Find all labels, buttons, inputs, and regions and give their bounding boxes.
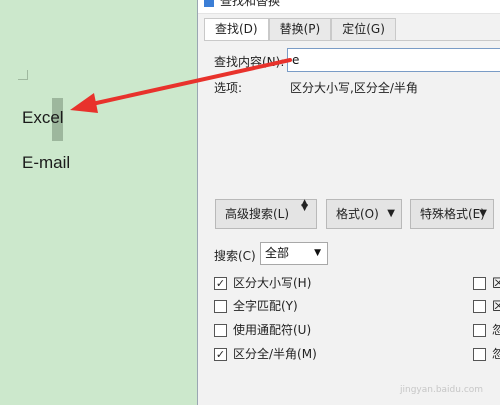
tab-goto[interactable]: 定位(G) [331,18,396,40]
watermark: jingyan.baidu.com [400,385,484,395]
chevron-down-icon: ▼ [314,248,321,258]
dialog-title: 查找和替换 [220,0,281,8]
checkbox-box[interactable] [473,300,486,313]
app-icon [204,0,214,7]
doc-line-2[interactable]: E-mail [22,153,70,173]
page-corner-mark [18,70,28,80]
find-replace-dialog: 查找和替换 查找(D) 替换(P) 定位(G) 查找内容(N): e 选项: 区… [197,0,500,405]
checkbox-label: 区分大小写(H) [233,276,312,290]
find-input[interactable]: e [287,48,500,72]
document-area[interactable]: Excel E-mail [0,0,197,405]
checkbox-label: 区 [492,276,500,290]
tab-strip: 查找(D) 替换(P) 定位(G) [204,18,396,41]
checkbox-label: 区分全/半角(M) [233,347,317,361]
checkbox-box[interactable]: ✓ [214,277,227,290]
tab-find[interactable]: 查找(D) [204,18,269,41]
tab-replace[interactable]: 替换(P) [268,18,332,40]
find-label: 查找内容(N): [214,55,285,69]
special-format-label: 特殊格式(E) [420,207,485,221]
checkbox-label: 区 [492,299,500,313]
search-scope-select[interactable]: 全部 ▼ [260,242,328,265]
checkbox-box[interactable] [473,277,486,290]
checkbox-box[interactable] [214,324,227,337]
options-value: 区分大小写,区分全/半角 [290,81,418,95]
checkbox-label: 全字匹配(Y) [233,299,298,313]
checkbox-box[interactable] [473,348,486,361]
checkbox-box[interactable] [473,324,486,337]
doc-line-1[interactable]: Excel [22,108,64,128]
advanced-search-button[interactable]: 高级搜索(L) ▲ ▼ [215,199,317,229]
chevron-down-icon: ▼ [479,208,487,219]
options-label: 选项: [214,81,243,95]
checkbox-box[interactable]: ✓ [214,348,227,361]
advanced-search-label: 高级搜索(L) [225,207,290,221]
special-format-button[interactable]: 特殊格式(E) ▼ [410,199,494,229]
tab-divider [204,40,500,41]
checkbox-box[interactable] [214,300,227,313]
checkbox-label: 忽 [492,347,500,361]
updown-arrows-icon: ▲ ▼ [301,198,308,213]
chevron-down-icon: ▼ [387,208,395,219]
checkbox-label: 忽 [492,323,500,337]
search-scope-label: 搜索(C) [214,249,256,263]
dialog-titlebar[interactable]: 查找和替换 [198,0,500,14]
search-scope-value: 全部 [265,246,290,260]
format-label: 格式(O) [336,207,379,221]
format-button[interactable]: 格式(O) ▼ [326,199,402,229]
checkbox-label: 使用通配符(U) [233,323,312,337]
